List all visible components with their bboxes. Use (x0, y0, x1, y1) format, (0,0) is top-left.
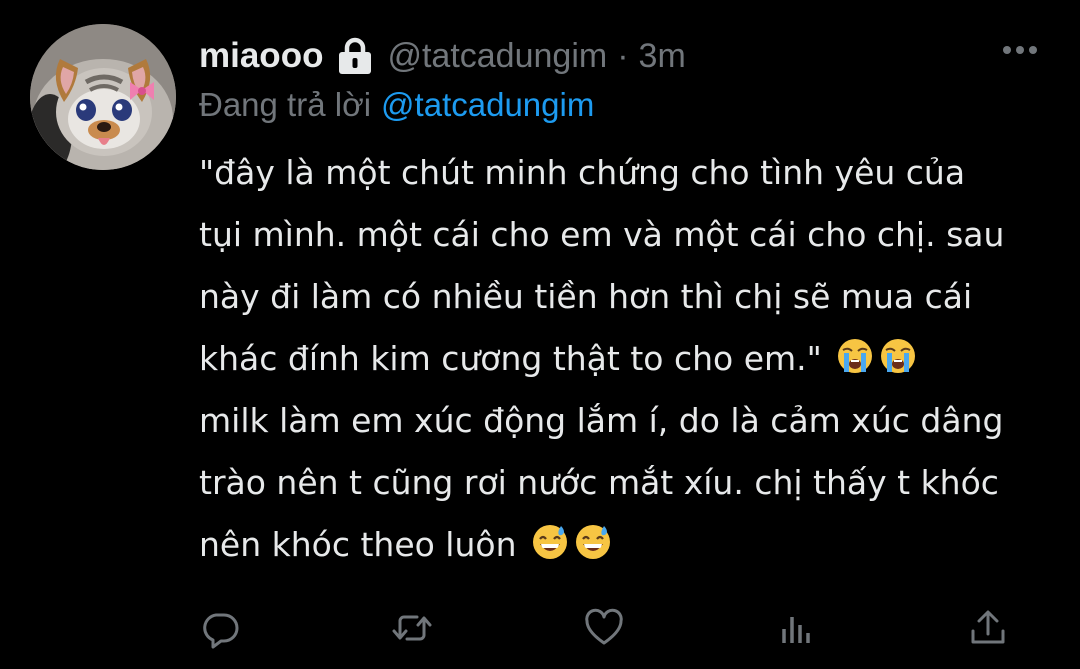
like-icon (585, 608, 623, 645)
reply-icon (203, 613, 239, 649)
grinning-sweat-face-emoji (530, 522, 570, 562)
like-button[interactable] (581, 605, 627, 651)
share-icon (971, 610, 1005, 644)
tweet-text-line: nên khóc theo luôn (199, 514, 1059, 576)
timestamp[interactable]: 3m (639, 37, 686, 76)
avatar-image (30, 24, 176, 170)
tweet-text-line: này đi làm có nhiều tiền hơn thì chị sẽ … (199, 266, 1059, 328)
tweet-text-line: tụi mình. một cái cho em và một cái cho … (199, 204, 1059, 266)
lock-icon (335, 36, 375, 76)
reply-button[interactable] (197, 605, 243, 651)
analytics-icon (782, 617, 810, 643)
tweet-text-line-content: tụi mình. một cái cho em và một cái cho … (199, 215, 1005, 254)
avatar[interactable] (30, 24, 176, 170)
tweet-text-line-content: này đi làm có nhiều tiền hơn thì chị sẽ … (199, 277, 973, 316)
reply-handle-link[interactable]: @tatcadungim (381, 86, 594, 124)
loudly-crying-face-emoji (878, 336, 918, 376)
loudly-crying-face-emoji (835, 336, 875, 376)
retweet-icon (392, 615, 432, 641)
handle[interactable]: @tatcadungim (387, 37, 607, 76)
tweet-text-line-content: trào nên t cũng rơi nước mắt xíu. chị th… (199, 463, 999, 502)
tweet-text-line: "đây là một chút minh chứng cho tình yêu… (199, 142, 1059, 204)
tweet-text-line: milk làm em xúc động lắm í, do là cảm xú… (199, 390, 1059, 452)
tweet-text-line-content: "đây là một chút minh chứng cho tình yêu… (199, 153, 966, 192)
tweet-actions (0, 605, 1080, 655)
tweet-text-line-content: khác đính kim cương thật to cho em." (199, 339, 822, 378)
tweet-text: "đây là một chút minh chứng cho tình yêu… (199, 142, 1059, 576)
grinning-sweat-face-emoji (573, 522, 613, 562)
tweet[interactable]: miaooo @tatcadungim · 3m Đang trả lời @t… (0, 0, 1080, 669)
tweet-text-line: trào nên t cũng rơi nước mắt xíu. chị th… (199, 452, 1059, 514)
tweet-text-line: khác đính kim cương thật to cho em." (199, 328, 1059, 390)
share-button[interactable] (965, 605, 1011, 651)
display-name[interactable]: miaooo (199, 36, 323, 76)
analytics-button[interactable] (773, 605, 819, 651)
more-icon[interactable] (1000, 40, 1040, 60)
separator-dot: · (617, 36, 629, 75)
retweet-button[interactable] (389, 605, 435, 651)
tweet-text-line-content: nên khóc theo luôn (199, 525, 517, 564)
replying-to: Đang trả lời @tatcadungim (199, 82, 594, 128)
tweet-text-line-content: milk làm em xúc động lắm í, do là cảm xú… (199, 401, 1004, 440)
reply-prefix: Đang trả lời (199, 86, 372, 123)
tweet-header: miaooo @tatcadungim · 3m (199, 30, 686, 82)
